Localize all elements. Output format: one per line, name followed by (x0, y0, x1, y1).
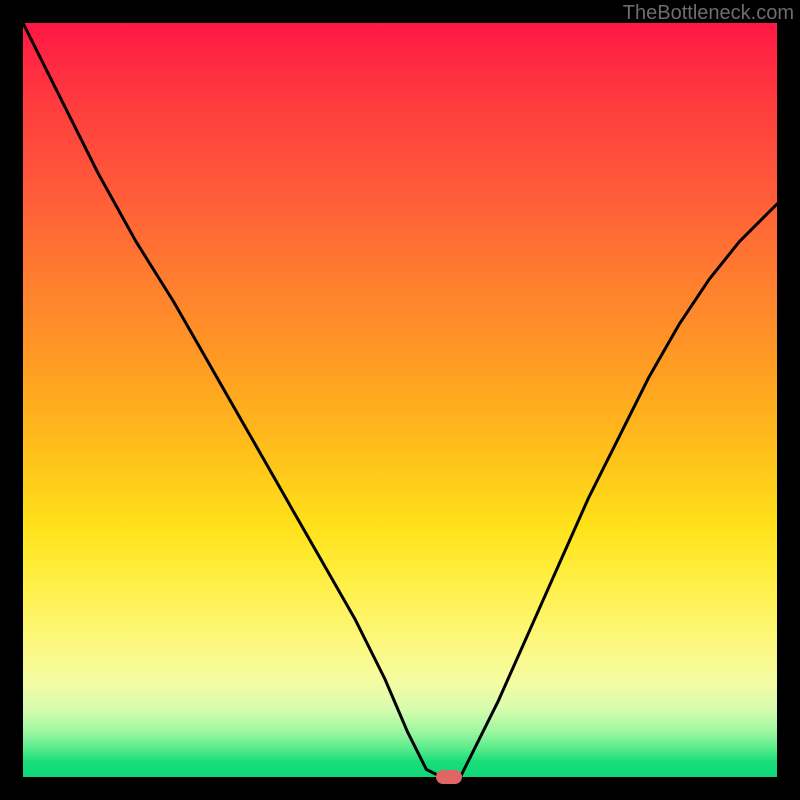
plot-area (23, 23, 777, 777)
bottleneck-curve (23, 23, 777, 777)
watermark-text: TheBottleneck.com (623, 2, 794, 25)
chart-frame: TheBottleneck.com (0, 0, 800, 800)
bottleneck-marker (436, 770, 462, 784)
